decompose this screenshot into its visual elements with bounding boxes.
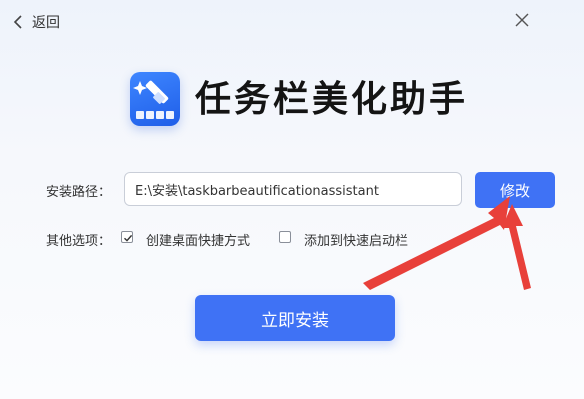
back-button[interactable]: 返回	[12, 12, 60, 32]
annotation-arrow-to-modify-vertical	[502, 204, 531, 290]
close-icon[interactable]	[512, 10, 532, 30]
app-logo-icon	[130, 72, 180, 126]
chevron-left-icon	[13, 15, 22, 29]
app-title: 任务栏美化助手	[195, 79, 469, 120]
modify-button[interactable]: 修改	[475, 172, 555, 208]
back-label: 返回	[32, 15, 60, 31]
install-now-button[interactable]: 立即安装	[195, 295, 395, 341]
desktop-shortcut-label[interactable]: 创建桌面快捷方式	[146, 230, 250, 249]
install-path-input[interactable]	[124, 172, 462, 206]
desktop-shortcut-checkbox[interactable]	[121, 231, 133, 243]
options-label: 其他选项：	[46, 234, 112, 249]
install-path-label: 安装路径：	[46, 185, 112, 200]
quick-launch-checkbox[interactable]	[279, 231, 291, 243]
check-icon	[124, 234, 133, 242]
quick-launch-label[interactable]: 添加到快速启动栏	[304, 230, 408, 249]
